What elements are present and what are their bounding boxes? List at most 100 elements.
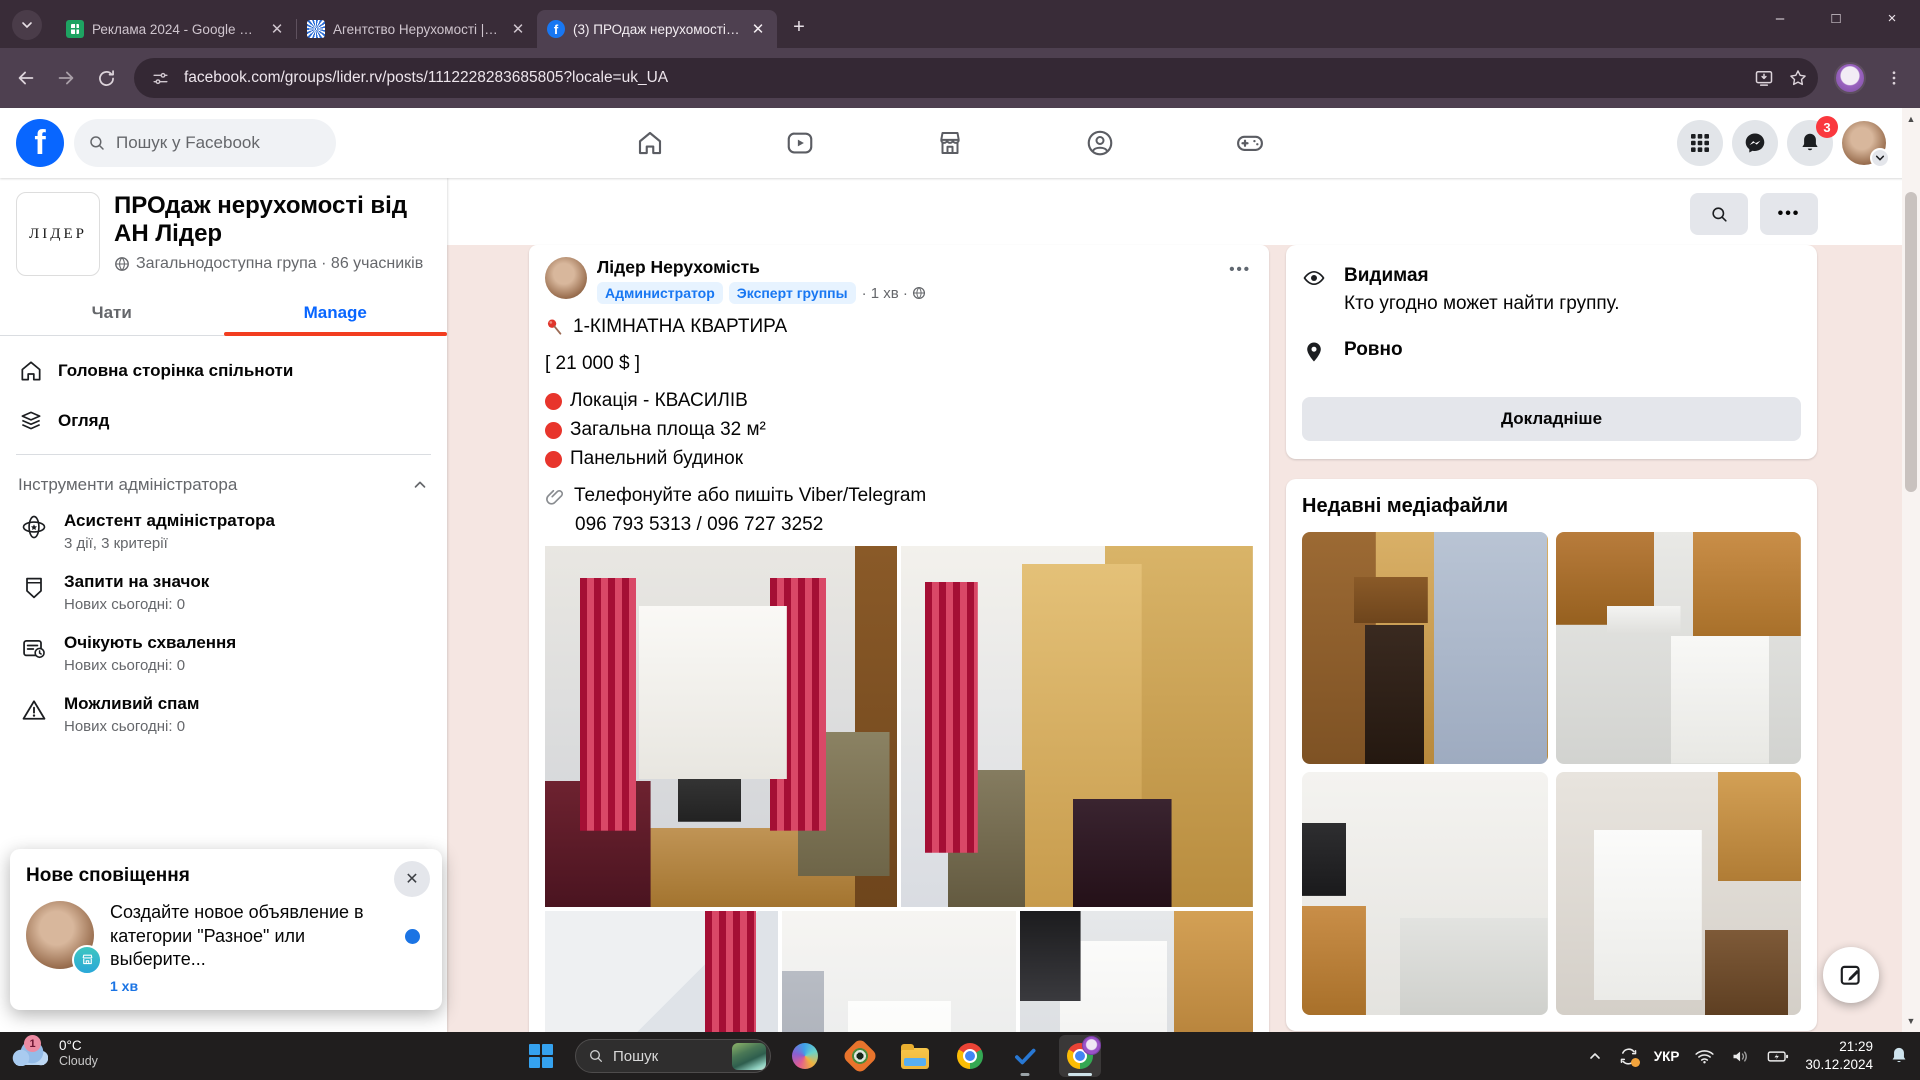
nav-home-tab[interactable] [575,108,725,178]
weather-widget[interactable]: 1 0°C Cloudy [12,1035,98,1068]
nav-watch-tab[interactable] [725,108,875,178]
compose-fab-button[interactable] [1823,947,1879,1003]
sidebar-item-admin-assist[interactable]: Асистент адміністратора 3 дії, 3 критері… [8,501,439,562]
toast-body: Создайте новое объявление в категории "Р… [26,900,426,994]
tab-facebook-active[interactable]: f (3) ПРОдаж нерухомості від А ✕ [537,10,777,48]
taskbar-viewer-button[interactable] [839,1035,881,1077]
media-photo-kitchen-counter[interactable] [1302,772,1548,1015]
tab-manage[interactable]: Manage [223,288,448,336]
pending-posts-icon [18,633,50,674]
tab-close-icon[interactable]: ✕ [268,20,286,38]
learn-more-button[interactable]: Докладніше [1302,397,1801,441]
active-indicator [1068,1073,1092,1076]
agency-site-icon [307,20,325,38]
new-tab-button[interactable]: + [785,13,813,41]
chevron-up-icon [414,481,426,488]
post-photo-living-room[interactable] [545,546,897,907]
globe-icon [912,286,925,300]
media-photo-kitchen[interactable] [1555,532,1801,764]
update-sync-icon[interactable] [1618,1046,1640,1067]
notification-center-bell-icon[interactable] [1888,1045,1910,1067]
sidebar-item-overview[interactable]: Огляд [8,396,439,446]
profile-avatar[interactable] [1842,121,1890,168]
sidebar-item-possible-spam[interactable]: Можливий спам Нових сьогодні: 0 [8,684,439,745]
group-more-button[interactable]: ••• [1760,193,1818,235]
visibility-row: Видимая Кто угодно может найти группу. [1302,265,1801,315]
volume-icon[interactable] [1730,1046,1751,1067]
nav-gaming-tab[interactable] [1175,108,1325,178]
battery-icon[interactable] [1766,1046,1790,1067]
facebook-search-input[interactable]: Пошук у Facebook [74,119,336,167]
taskbar-clock[interactable]: 21:29 30.12.2024 [1805,1038,1873,1073]
tab-close-icon[interactable]: ✕ [749,20,767,38]
tab-agency-site[interactable]: Агентство Нерухомості | 0975 ✕ [297,10,537,48]
post-photo-window[interactable] [782,911,1016,1032]
media-photo-hallway[interactable] [1302,532,1548,764]
notification-toast[interactable]: Нове сповіщення ✕ Создайте новое объявле… [10,848,442,1010]
notifications-button[interactable]: 3 [1787,116,1838,166]
recent-media-card: Недавні медіафайли [1286,479,1817,1031]
scrollbar-thumb[interactable] [1905,192,1917,492]
admin-tools-header[interactable]: Інструменти адміністратора [0,463,447,501]
warning-icon [18,694,50,735]
sidebar-item-badge-requests[interactable]: Запити на значок Нових сьогодні: 0 [8,562,439,623]
scroll-down-icon[interactable]: ▼ [1902,1012,1920,1030]
tab-close-icon[interactable]: ✕ [509,20,527,38]
address-bar-actions [1752,66,1810,90]
taskbar-copilot-button[interactable] [784,1035,826,1077]
site-settings-icon[interactable] [148,66,172,90]
item-subtitle: Нових сьогодні: 0 [64,657,186,674]
facebook-logo[interactable]: f [16,119,64,167]
home-icon [21,361,41,381]
taskbar-center: Пошук [520,1032,1101,1080]
language-indicator[interactable]: УКР [1654,1049,1680,1064]
reload-icon[interactable] [94,66,118,90]
search-highlight-image[interactable] [732,1042,766,1070]
page-scrollbar[interactable]: ▲ ▼ [1902,108,1920,1032]
post-photo-wallpaper[interactable] [545,911,779,1032]
badge-icon [18,572,50,613]
minimize-button[interactable]: – [1752,0,1808,36]
edit-pencil-icon [1840,965,1860,985]
post-menu-button[interactable]: ••• [1227,257,1253,304]
forward-icon[interactable] [54,66,78,90]
sidebar-item-community-home[interactable]: Головна сторінка спільноти [8,346,439,396]
media-photo-room-fridge[interactable] [1555,772,1801,1015]
bookmark-star-icon[interactable] [1786,66,1810,90]
taskbar-todo-button[interactable] [1004,1035,1046,1077]
browser-profile-avatar[interactable] [1834,62,1866,94]
tray-chevron-up-icon[interactable] [1587,1048,1603,1064]
install-app-icon[interactable] [1752,66,1776,90]
tab-search-chevron-icon[interactable] [12,10,42,40]
nav-marketplace-tab[interactable] [875,108,1025,178]
back-icon[interactable] [14,66,38,90]
nav-groups-tab[interactable] [1025,108,1175,178]
taskbar-chrome-active-button[interactable] [1059,1035,1101,1077]
taskbar-search[interactable]: Пошук [575,1039,771,1073]
start-button[interactable] [520,1035,562,1077]
copilot-icon [792,1043,818,1069]
post-time[interactable]: · 1 хв · [862,285,908,302]
browser-menu-icon[interactable] [1882,66,1906,90]
post-photo-fridge[interactable] [1019,911,1253,1032]
tab-google-sheets[interactable]: Реклама 2024 - Google Таблиц ✕ [56,10,296,48]
toast-time: 1 хв [110,978,139,994]
close-button[interactable]: × [1864,0,1920,36]
taskbar-explorer-button[interactable] [894,1035,936,1077]
post-photo-wardrobe[interactable] [901,546,1253,907]
taskbar-chrome-button[interactable] [949,1035,991,1077]
restore-button[interactable]: □ [1808,0,1864,36]
globe-icon [115,257,129,272]
sidebar-item-pending-approval[interactable]: Очікують схвалення Нових сьогодні: 0 [8,623,439,684]
toast-close-button[interactable]: ✕ [394,860,430,897]
wifi-icon[interactable] [1694,1046,1715,1067]
messenger-button[interactable] [1732,120,1778,166]
scroll-up-icon[interactable]: ▲ [1902,110,1920,128]
group-search-button[interactable] [1690,193,1748,235]
address-bar[interactable]: facebook.com/groups/lider.rv/posts/11122… [134,58,1818,98]
weather-temp: 0°C [59,1038,82,1053]
tab-chats[interactable]: Чати [0,288,224,335]
menu-grid-button[interactable] [1677,120,1723,166]
post-author-avatar[interactable] [545,257,587,299]
post-author-name[interactable]: Лідер Нерухомість [597,257,1227,278]
